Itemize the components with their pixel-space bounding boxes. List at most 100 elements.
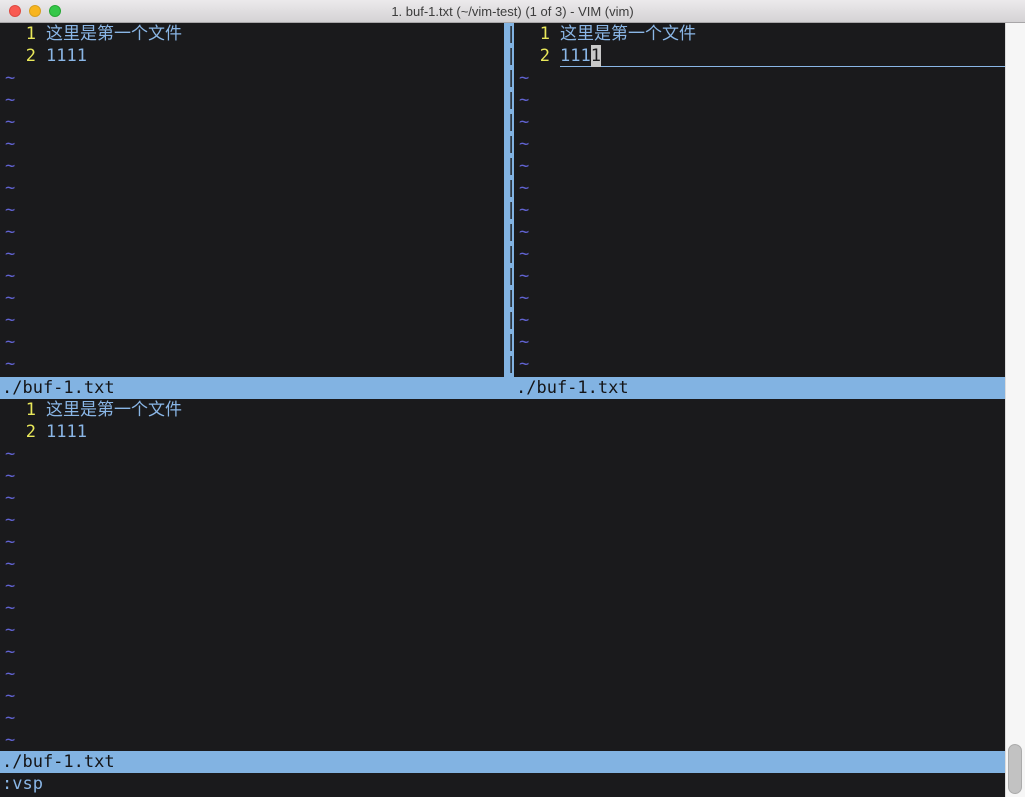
empty-line: ~ <box>514 309 1005 331</box>
empty-line: ~ <box>0 331 504 353</box>
separator-bar-glyph: | <box>504 199 514 221</box>
tilde-marker: ~ <box>5 509 15 531</box>
tilde-marker: ~ <box>519 265 529 287</box>
separator-bar-glyph: | <box>504 353 514 375</box>
tilde-marker: ~ <box>5 67 15 89</box>
separator-bar-glyph: | <box>504 23 514 45</box>
statusline-middle: ./buf-1.txt ./buf-1.txt <box>0 377 1005 399</box>
tilde-marker: ~ <box>5 553 15 575</box>
text-before-cursor: 111 <box>560 46 591 66</box>
buffer-text: 1111 <box>46 45 87 67</box>
status-filename-top-right: ./buf-1.txt <box>516 377 629 399</box>
tilde-marker: ~ <box>5 619 15 641</box>
buffer-line: 21111 <box>0 45 504 67</box>
tilde-marker: ~ <box>5 685 15 707</box>
tilde-marker: ~ <box>519 89 529 111</box>
line-number: 1 <box>5 23 36 45</box>
separator-bar-glyph: | <box>504 221 514 243</box>
empty-line: ~ <box>514 111 1005 133</box>
tilde-marker: ~ <box>519 199 529 221</box>
macvim-window: 1. buf-1.txt (~/vim-test) (1 of 3) - VIM… <box>0 0 1025 797</box>
empty-line: ~ <box>514 177 1005 199</box>
empty-line: ~ <box>0 177 504 199</box>
empty-line: ~ <box>0 353 504 375</box>
empty-line: ~ <box>0 243 504 265</box>
scrollbar-thumb[interactable] <box>1008 744 1022 794</box>
line-number: 1 <box>519 23 550 45</box>
tilde-marker: ~ <box>5 155 15 177</box>
separator-bar-glyph: | <box>504 287 514 309</box>
empty-line: ~ <box>514 155 1005 177</box>
cursor-block: 1 <box>591 45 601 67</box>
tilde-marker: ~ <box>519 111 529 133</box>
cursor-line-text: 1111 <box>560 45 1005 67</box>
statusline-bottom: ./buf-1.txt <box>0 751 1005 773</box>
status-filename-bottom: ./buf-1.txt <box>2 751 115 773</box>
empty-line: ~ <box>0 67 504 89</box>
separator-bar-glyph: | <box>504 243 514 265</box>
separator-bar-glyph: | <box>504 331 514 353</box>
tilde-marker: ~ <box>5 111 15 133</box>
window-title: 1. buf-1.txt (~/vim-test) (1 of 3) - VIM… <box>0 0 1025 23</box>
empty-line: ~ <box>0 443 1005 465</box>
tilde-marker: ~ <box>5 243 15 265</box>
buffer-text: 这里是第一个文件 <box>46 399 182 421</box>
empty-line: ~ <box>0 133 504 155</box>
tilde-marker: ~ <box>5 575 15 597</box>
buffer-line: 1 这里是第一个文件 <box>0 399 1005 421</box>
separator-bar-glyph: | <box>504 177 514 199</box>
titlebar[interactable]: 1. buf-1.txt (~/vim-test) (1 of 3) - VIM… <box>0 0 1025 23</box>
status-filename-top-left: ./buf-1.txt <box>2 377 115 399</box>
separator-bar-glyph: | <box>504 265 514 287</box>
empty-line: ~ <box>514 243 1005 265</box>
empty-line: ~ <box>0 287 504 309</box>
tilde-marker: ~ <box>519 331 529 353</box>
tilde-marker: ~ <box>5 353 15 375</box>
tilde-marker: ~ <box>5 729 15 751</box>
line-number: 1 <box>5 399 36 421</box>
scrollbar-track[interactable] <box>1005 23 1025 797</box>
empty-line: ~ <box>514 287 1005 309</box>
empty-line: ~ <box>0 641 1005 663</box>
buffer-text: 这里是第一个文件 <box>560 23 696 45</box>
vim-window-bottom[interactable]: 1这里是第一个文件21111~~~~~~~~~~~~~~ <box>0 399 1005 751</box>
empty-line: ~ <box>0 575 1005 597</box>
empty-line: ~ <box>0 531 1005 553</box>
tilde-marker: ~ <box>519 221 529 243</box>
buffer-text: 这里是第一个文件 <box>46 23 182 45</box>
vim-screen: 1这里是第一个文件21111~~~~~~~~~~~~~~ |||||||||||… <box>0 23 1025 797</box>
tilde-marker: ~ <box>5 663 15 685</box>
empty-line: ~ <box>514 89 1005 111</box>
separator-bar-glyph: | <box>504 67 514 89</box>
tilde-marker: ~ <box>5 309 15 331</box>
vim-window-top-right[interactable]: 1这里是第一个文件21111~~~~~~~~~~~~~~ <box>514 23 1005 377</box>
empty-line: ~ <box>0 597 1005 619</box>
tilde-marker: ~ <box>5 443 15 465</box>
buffer-line: 1 这里是第一个文件 <box>0 23 504 45</box>
tilde-marker: ~ <box>519 177 529 199</box>
empty-line: ~ <box>0 309 504 331</box>
buffer-text: 1111 <box>46 421 87 443</box>
empty-line: ~ <box>0 265 504 287</box>
empty-line: ~ <box>514 265 1005 287</box>
empty-line: ~ <box>514 199 1005 221</box>
empty-line: ~ <box>0 729 1005 751</box>
empty-line: ~ <box>0 89 504 111</box>
empty-line: ~ <box>0 619 1005 641</box>
empty-line: ~ <box>514 331 1005 353</box>
tilde-marker: ~ <box>519 133 529 155</box>
tilde-marker: ~ <box>5 597 15 619</box>
tilde-marker: ~ <box>519 353 529 375</box>
empty-line: ~ <box>0 553 1005 575</box>
tilde-marker: ~ <box>519 67 529 89</box>
separator-bar-glyph: | <box>504 155 514 177</box>
empty-line: ~ <box>0 509 1005 531</box>
buffer-line: 21111 <box>514 45 1005 67</box>
tilde-marker: ~ <box>5 199 15 221</box>
tilde-marker: ~ <box>5 531 15 553</box>
empty-line: ~ <box>514 353 1005 375</box>
vim-window-top-left[interactable]: 1这里是第一个文件21111~~~~~~~~~~~~~~ <box>0 23 504 377</box>
empty-line: ~ <box>0 685 1005 707</box>
vertical-split-separator[interactable]: |||||||||||||||| <box>504 23 514 377</box>
tilde-marker: ~ <box>5 265 15 287</box>
